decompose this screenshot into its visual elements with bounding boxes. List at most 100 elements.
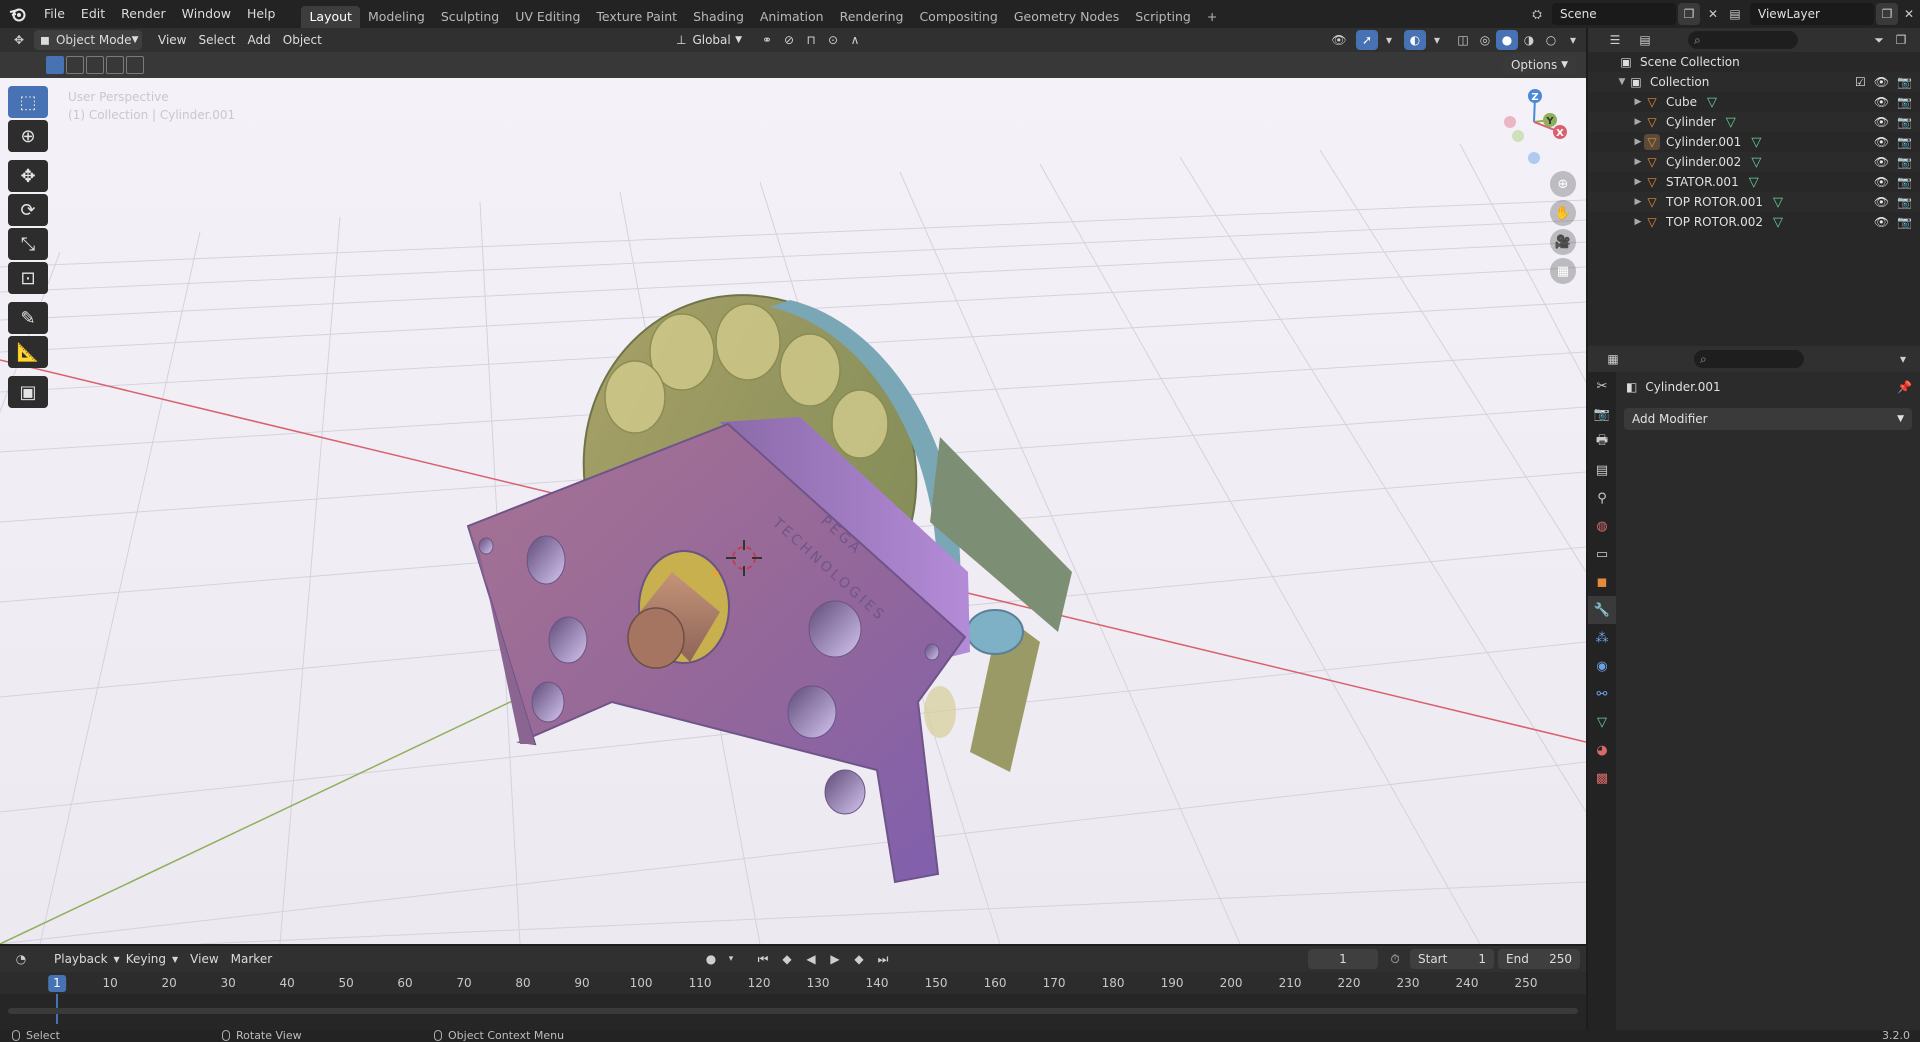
options-dropdown[interactable]: Options ▼ — [1502, 55, 1576, 75]
menu-render[interactable]: Render — [113, 0, 174, 28]
tab-layout[interactable]: Layout — [301, 6, 360, 28]
eye-icon[interactable]: 👁 — [1874, 175, 1889, 189]
object-mode-dropdown[interactable]: ◼ Object Mode ▼ — [34, 30, 142, 50]
tab-shading[interactable]: Shading — [685, 6, 752, 28]
tool-tab-icon[interactable]: ✂ — [1588, 372, 1616, 400]
expand-triangle-icon[interactable]: ▶ — [1632, 137, 1644, 147]
tab-uv-editing[interactable]: UV Editing — [507, 6, 588, 28]
scene-tab-icon[interactable]: ⚲ — [1588, 484, 1616, 512]
gizmo-toggle-icon[interactable]: ➚ — [1356, 30, 1378, 50]
properties-options-icon[interactable]: ▾ — [1892, 349, 1914, 369]
timeline-scrollbar[interactable] — [8, 1008, 1578, 1014]
record-dropdown-icon[interactable]: ▾ — [724, 949, 738, 969]
render-tab-icon[interactable]: 📷 — [1588, 400, 1616, 428]
particles-tab-icon[interactable]: ⁂ — [1588, 624, 1616, 652]
expand-triangle-icon[interactable]: ▼ — [1616, 77, 1628, 87]
annotate-tool-icon[interactable]: ✎ — [8, 302, 48, 334]
eye-icon[interactable]: 👁 — [1874, 115, 1889, 129]
tab-scripting[interactable]: Scripting — [1127, 6, 1199, 28]
expand-triangle-icon[interactable]: ▶ — [1632, 97, 1644, 107]
select-mode-invert-icon[interactable] — [106, 56, 124, 74]
menu-select[interactable]: Select — [192, 30, 241, 50]
mesh-data-icon[interactable]: ▽ — [1726, 115, 1736, 130]
jump-end-icon[interactable]: ⏭ — [872, 949, 894, 969]
add-cube-tool-icon[interactable]: ▣ — [8, 376, 48, 408]
expand-triangle-icon[interactable]: ▶ — [1632, 217, 1644, 227]
camera-view-icon[interactable]: 🎥 — [1550, 229, 1576, 255]
jump-start-icon[interactable]: ⏮ — [752, 949, 774, 969]
expand-triangle-icon[interactable]: ▶ — [1632, 197, 1644, 207]
mesh-data-tab-icon[interactable]: ▽ — [1588, 708, 1616, 736]
gizmo-dropdown-icon[interactable]: ▾ — [1378, 30, 1400, 50]
eye-icon[interactable]: 👁 — [1874, 75, 1889, 89]
start-frame-field[interactable]: Start 1 — [1410, 949, 1494, 969]
falloff-icon[interactable]: ∧ — [844, 30, 866, 50]
mesh-data-icon[interactable]: ▽ — [1751, 155, 1761, 170]
select-box-tool-icon[interactable]: ⬚ — [8, 86, 48, 118]
mesh-data-icon[interactable]: ▽ — [1707, 95, 1717, 110]
tree-row-object[interactable]: ▶ ▽ TOP ROTOR.001 ▽ 👁 📷 — [1588, 192, 1920, 212]
transform-tool-icon[interactable]: ⊡ — [8, 262, 48, 294]
play-icon[interactable]: ▶ — [824, 949, 846, 969]
material-shading-icon[interactable]: ◑ — [1518, 30, 1540, 50]
snap-icon[interactable]: ⊘ — [778, 30, 800, 50]
properties-search-input[interactable]: ⌕ — [1694, 350, 1804, 368]
eye-icon[interactable]: 👁 — [1874, 155, 1889, 169]
scale-tool-icon[interactable]: ⤡ — [8, 228, 48, 260]
eye-icon[interactable]: 👁 — [1874, 215, 1889, 229]
xray-icon[interactable]: ◫ — [1452, 30, 1474, 50]
tree-row-collection[interactable]: ▼ ▣ Collection ☑ 👁 📷 — [1588, 72, 1920, 92]
wireframe-shading-icon[interactable]: ◎ — [1474, 30, 1496, 50]
blender-logo-icon[interactable] — [0, 0, 36, 28]
delete-scene-icon[interactable]: ✕ — [1702, 3, 1724, 25]
record-icon[interactable]: ● — [700, 949, 722, 969]
camera-icon[interactable]: 📷 — [1897, 155, 1912, 169]
properties-editor-type-icon[interactable]: ▦ — [1602, 349, 1624, 369]
mesh-data-icon[interactable]: ▽ — [1773, 195, 1783, 210]
menu-playback[interactable]: Playback — [48, 949, 114, 969]
scene-selector-icon[interactable]: ⛭ — [1526, 3, 1548, 25]
move-tool-icon[interactable]: ✥ — [8, 160, 48, 192]
add-workspace-button[interactable]: + — [1199, 6, 1225, 28]
menu-edit[interactable]: Edit — [73, 0, 113, 28]
cursor-tool-icon[interactable]: ⊕ — [8, 120, 48, 152]
tree-row-scene-collection[interactable]: ▣ Scene Collection — [1588, 52, 1920, 72]
view-layer-field[interactable]: ViewLayer — [1750, 3, 1874, 25]
overlay-toggle-icon[interactable]: ◐ — [1404, 30, 1426, 50]
orthographic-toggle-icon[interactable]: ▦ — [1550, 258, 1576, 284]
select-mode-extend-icon[interactable] — [66, 56, 84, 74]
camera-icon[interactable]: 📷 — [1897, 95, 1912, 109]
measure-tool-icon[interactable]: 📐 — [8, 336, 48, 368]
menu-object[interactable]: Object — [277, 30, 328, 50]
outliner-editor-type-icon[interactable]: ☰ — [1604, 30, 1626, 50]
zoom-view-icon[interactable]: ⊕ — [1550, 171, 1576, 197]
display-mode-icon[interactable]: ▤ — [1634, 30, 1656, 50]
expand-triangle-icon[interactable]: ▶ — [1632, 177, 1644, 187]
collection-tab-icon[interactable]: ▭ — [1588, 540, 1616, 568]
select-mode-intersect-icon[interactable] — [126, 56, 144, 74]
overlay-dropdown-icon[interactable]: ▾ — [1426, 30, 1448, 50]
tree-row-object[interactable]: ▶ ▽ TOP ROTOR.002 ▽ 👁 📷 — [1588, 212, 1920, 232]
tab-sculpting[interactable]: Sculpting — [433, 6, 507, 28]
next-keyframe-icon[interactable]: ◆ — [848, 949, 870, 969]
eye-icon[interactable]: 👁 — [1874, 95, 1889, 109]
camera-icon[interactable]: 📷 — [1897, 215, 1912, 229]
output-tab-icon[interactable]: 🖶 — [1588, 428, 1616, 456]
shading-dropdown-icon[interactable]: ▾ — [1562, 30, 1584, 50]
modifier-tab-icon[interactable]: 🔧 — [1588, 596, 1616, 624]
tab-geometry-nodes[interactable]: Geometry Nodes — [1006, 6, 1127, 28]
new-view-layer-icon[interactable]: ❐ — [1876, 3, 1898, 25]
new-collection-icon[interactable]: ❐ — [1890, 30, 1912, 50]
transform-orientation-dropdown[interactable]: ⊥ Global ▼ — [670, 30, 748, 50]
preview-range-icon[interactable]: ⏱ — [1384, 949, 1406, 969]
timeline-editor-type-icon[interactable]: ◔ — [10, 949, 32, 969]
filter-icon[interactable]: ⏷ — [1868, 30, 1890, 50]
pan-view-icon[interactable]: ✋ — [1550, 200, 1576, 226]
end-frame-field[interactable]: End 250 — [1498, 949, 1580, 969]
current-frame-field[interactable]: 1 — [1308, 949, 1378, 969]
select-mode-subtract-icon[interactable] — [86, 56, 104, 74]
camera-icon[interactable]: 📷 — [1897, 115, 1912, 129]
view-layer-tab-icon[interactable]: ▤ — [1588, 456, 1616, 484]
tab-animation[interactable]: Animation — [752, 6, 832, 28]
material-tab-icon[interactable]: ◕ — [1588, 736, 1616, 764]
